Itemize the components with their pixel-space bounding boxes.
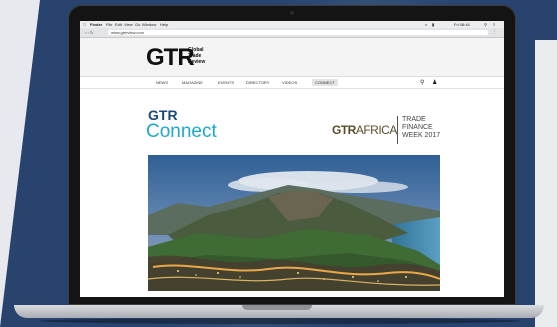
event-brand-bold: GTR (332, 123, 356, 137)
menu-view[interactable]: View (124, 22, 133, 27)
nav-connect[interactable]: CONNECT (312, 79, 338, 86)
laptop-shadow (40, 318, 520, 324)
nav-videos[interactable]: VIDEOS (282, 80, 297, 85)
site-logo[interactable]: GTR (146, 44, 195, 72)
site-nav: NEWS MAGAZINE EVENTS DIRECTORY VIDEOS CO… (80, 77, 504, 89)
event-divider (397, 116, 398, 144)
battery-icon[interactable]: ▮ (432, 22, 434, 27)
event-brand-rest: AFRICA (355, 123, 398, 137)
site-header: GTR Global Trade Review (80, 38, 504, 77)
menubar-clock[interactable]: Fri 08:44 (454, 22, 470, 27)
event-title-line: WEEK 2017 (402, 132, 441, 139)
event-title-line: TRADE (402, 116, 426, 123)
user-icon[interactable]: ♟ (432, 79, 437, 86)
spotlight-icon[interactable]: ⚲ (484, 22, 487, 27)
menu-file[interactable]: File (106, 22, 112, 27)
hero-photo (148, 155, 440, 291)
reload-icon[interactable]: ↻ (90, 30, 93, 35)
nav-news[interactable]: NEWS (156, 80, 168, 85)
nav-magazine[interactable]: MAGAZINE (182, 80, 203, 85)
event-title: TRADE FINANCE WEEK 2017 (402, 116, 462, 140)
menu-edit[interactable]: Edit (115, 22, 122, 27)
menu-list-icon[interactable]: ≡ (493, 22, 495, 27)
menu-finder[interactable]: Finder (90, 22, 102, 27)
browser-toolbar: ‹ › ↻ www.gtreview.com ⋮ (80, 28, 504, 38)
menu-window[interactable]: Window (142, 22, 156, 27)
camera-icon (290, 11, 294, 15)
laptop-screen:  Finder File Edit View Go Window Help ≈… (80, 21, 504, 297)
browser-menu-icon[interactable]: ⋮ (492, 29, 497, 35)
site-logo-subtitle: Global Trade Review (188, 47, 218, 65)
apple-icon[interactable]:  (83, 22, 86, 27)
laptop-hinge-notch (242, 305, 312, 310)
nav-directory[interactable]: DIRECTORY (246, 80, 269, 85)
event-brand: GTRAFRICA (332, 123, 397, 137)
logo-sub-line: Review (188, 59, 206, 65)
nav-events[interactable]: EVENTS (218, 80, 234, 85)
address-bar[interactable]: www.gtreview.com (108, 30, 488, 35)
event-title-line: FINANCE (402, 124, 433, 131)
wifi-icon[interactable]: ≈ (425, 22, 427, 27)
table-mountain-illustration (148, 155, 440, 291)
laptop-frame:  Finder File Edit View Go Window Help ≈… (68, 5, 516, 305)
browser-nav-buttons: ‹ › ↻ (85, 30, 93, 35)
os-menubar:  Finder File Edit View Go Window Help ≈… (80, 21, 504, 28)
menu-go[interactable]: Go (135, 22, 140, 27)
search-icon[interactable]: ⚲ (420, 79, 424, 86)
menu-help[interactable]: Help (160, 22, 168, 27)
connect-wordmark: Connect (146, 121, 217, 142)
chevron-right-icon[interactable]: › (87, 30, 88, 35)
